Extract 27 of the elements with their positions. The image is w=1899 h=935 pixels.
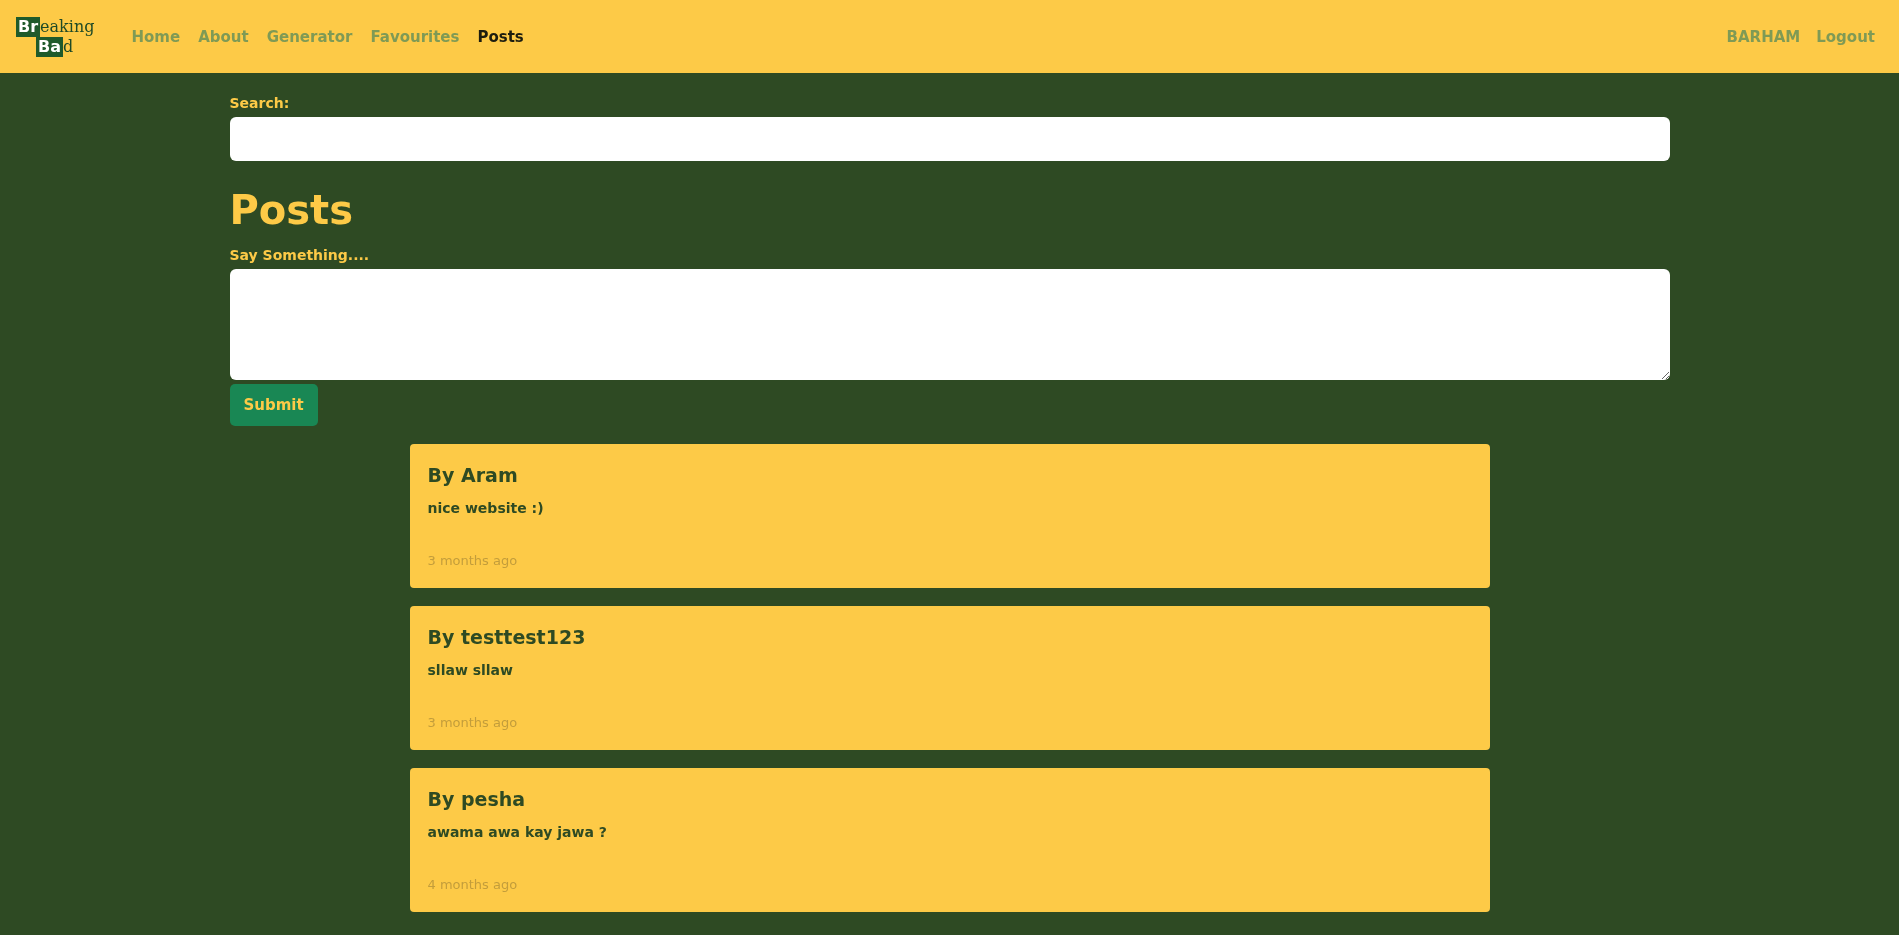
- post-time: 3 months ago: [427, 553, 519, 568]
- post-author: By Aram: [427, 464, 519, 486]
- nav-link[interactable]: About: [198, 27, 249, 46]
- search-label: Search:: [229, 95, 291, 111]
- post-author: By pesha: [427, 788, 527, 810]
- logo[interactable]: Breaking Bad: [16, 16, 95, 57]
- submit-button[interactable]: Submit: [229, 384, 318, 426]
- post-text: awama awa kay jawa ?: [427, 824, 608, 840]
- nav-link[interactable]: BARHAM: [1726, 27, 1801, 46]
- logo-tile: Ba: [36, 36, 63, 57]
- logo-text: eaking: [40, 16, 95, 37]
- post-time: 3 months ago: [427, 715, 519, 730]
- post-author: By testtest123: [427, 626, 587, 648]
- logo-text: d: [63, 36, 74, 57]
- search-field[interactable]: [229, 117, 1670, 161]
- logo-tile: Br: [16, 16, 41, 37]
- nav-link[interactable]: Posts: [477, 27, 524, 46]
- post-text: sllaw sllaw: [427, 662, 514, 678]
- post-time: 4 months ago: [427, 877, 519, 892]
- nav-link[interactable]: Home: [131, 27, 181, 46]
- nav-link[interactable]: Generator: [266, 27, 353, 46]
- page-heading: Posts: [229, 187, 355, 233]
- post-text: nice website :): [427, 500, 545, 516]
- post-label: Say Something....: [229, 247, 371, 263]
- post-field[interactable]: [229, 269, 1670, 380]
- nav-link[interactable]: Favourites: [370, 27, 460, 46]
- nav-link[interactable]: Logout: [1816, 27, 1875, 46]
